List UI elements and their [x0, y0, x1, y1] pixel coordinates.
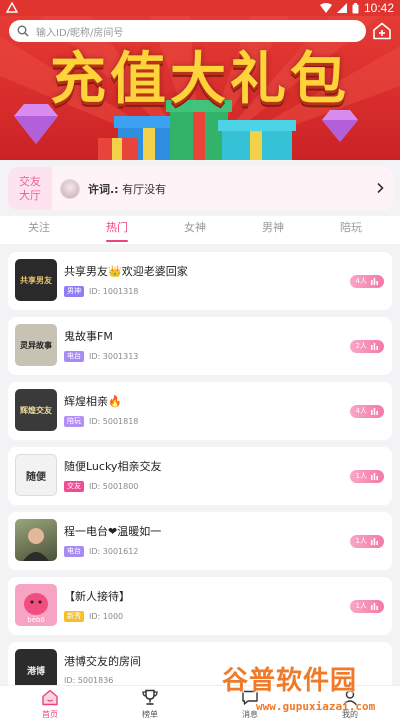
room-name: 辉煌相亲🔥 — [64, 395, 122, 408]
room-id: ID: 5001836 — [64, 676, 114, 685]
room-name: 共享男友👑欢迎老婆回家 — [64, 265, 188, 278]
room-name: 随便Lucky相亲交友 — [64, 460, 162, 473]
room-id: ID: 1001318 — [89, 287, 139, 296]
room-category-badge: 新秀 — [64, 611, 84, 622]
watermark-url: www.gupuxiazai.com — [256, 700, 376, 713]
avatar — [60, 178, 80, 199]
room-category-badge: 电台 — [64, 351, 84, 362]
room-thumbnail — [15, 519, 57, 561]
room-category-badge: 男神 — [64, 286, 84, 297]
nav-home-label: 首页 — [42, 710, 58, 718]
list-item[interactable]: 程一电台❤温暖如一 电台 ID: 3001612 1人 — [8, 512, 392, 570]
room-id: ID: 5001818 — [89, 417, 139, 426]
online-count-badge: 1人 — [349, 535, 384, 548]
category-tabs: 关注 热门 女神 男神 陪玩 — [0, 216, 400, 244]
equalizer-icon — [371, 408, 378, 415]
nav-ranking[interactable]: 榜单 — [100, 686, 200, 718]
tab-follow[interactable]: 关注 — [0, 216, 78, 244]
room-thumbnail: bēbō — [15, 584, 57, 626]
hall-card[interactable]: 交友大厅 许词.: 有厅没有 — [8, 167, 393, 210]
online-count-badge: 2人 — [349, 340, 384, 353]
room-thumbnail: 共享男友 — [15, 259, 57, 301]
list-item[interactable]: 辉煌交友 辉煌相亲🔥 陪玩 ID: 5001818 4人 — [8, 382, 392, 440]
wifi-icon — [319, 3, 332, 13]
equalizer-icon — [371, 603, 378, 610]
online-count-badge: 4人 — [349, 405, 384, 418]
person-photo — [23, 528, 49, 561]
site-watermark: 谷普软件园 www.gupuxiazai.com — [218, 660, 400, 718]
search-input[interactable]: 输入ID/昵称/房间号 — [9, 20, 366, 42]
room-id: ID: 3001313 — [89, 352, 139, 361]
app-notification-icon — [6, 2, 18, 13]
room-thumbnail: 辉煌交友 — [15, 389, 57, 431]
banner-title: 充值大礼包 — [50, 47, 350, 112]
room-category-badge: 电台 — [64, 546, 84, 557]
room-name: 程一电台❤温暖如一 — [64, 525, 162, 538]
room-category-badge: 交友 — [64, 481, 84, 492]
equalizer-icon — [371, 538, 378, 545]
room-name: 【新人接待】 — [64, 590, 130, 603]
status-bar: 10:42 — [0, 0, 400, 16]
home-icon — [42, 689, 58, 706]
room-category-badge: 陪玩 — [64, 416, 84, 427]
list-item[interactable]: 随便 随便Lucky相亲交友 交友 ID: 5001800 1人 — [8, 447, 392, 505]
hall-tag: 交友大厅 — [8, 167, 52, 210]
room-id: ID: 5001800 — [89, 482, 139, 491]
online-count-badge: 1人 — [349, 470, 384, 483]
nav-home[interactable]: 首页 — [0, 686, 100, 718]
room-id: ID: 3001612 — [89, 547, 139, 556]
trophy-icon — [142, 689, 158, 705]
list-item[interactable]: bēbō 【新人接待】 新秀 ID: 1000 1人 — [8, 577, 392, 635]
room-thumbnail: 灵异故事 — [15, 324, 57, 366]
hall-message: 许词.: 有厅没有 — [52, 167, 393, 210]
online-count-badge: 4人 — [349, 275, 384, 288]
online-count-badge: 1人 — [349, 600, 384, 613]
equalizer-icon — [371, 473, 378, 480]
promo-banner[interactable]: 充值大礼包 输入ID/昵称/房间号 — [0, 16, 400, 160]
battery-icon — [352, 2, 359, 13]
search-placeholder: 输入ID/昵称/房间号 — [36, 27, 124, 39]
room-id: ID: 1000 — [89, 612, 124, 621]
signal-icon — [336, 3, 347, 13]
watermark-title: 谷普软件园 — [222, 666, 358, 696]
hall-message-text: 有厅没有 — [122, 182, 167, 196]
hall-user: 许词.: — [88, 182, 119, 196]
tab-hot[interactable]: 热门 — [78, 216, 156, 244]
chevron-right-icon — [377, 182, 384, 194]
list-item[interactable]: 灵异故事 鬼故事FM 电台 ID: 3001313 2人 — [8, 317, 392, 375]
nav-ranking-label: 榜单 — [142, 710, 158, 718]
tab-goddess[interactable]: 女神 — [156, 216, 234, 244]
room-name: 鬼故事FM — [64, 330, 113, 343]
tab-companion[interactable]: 陪玩 — [312, 216, 390, 244]
status-time: 10:42 — [363, 1, 394, 15]
room-thumbnail: 随便 — [15, 454, 57, 496]
equalizer-icon — [371, 343, 378, 350]
equalizer-icon — [371, 278, 378, 285]
search-icon — [17, 25, 29, 37]
create-room-icon[interactable] — [372, 22, 392, 40]
room-name: 港博交友的房间 — [64, 655, 141, 668]
tab-god[interactable]: 男神 — [234, 216, 312, 244]
list-item[interactable]: 共享男友 共享男友👑欢迎老婆回家 男神 ID: 1001318 4人 — [8, 252, 392, 310]
